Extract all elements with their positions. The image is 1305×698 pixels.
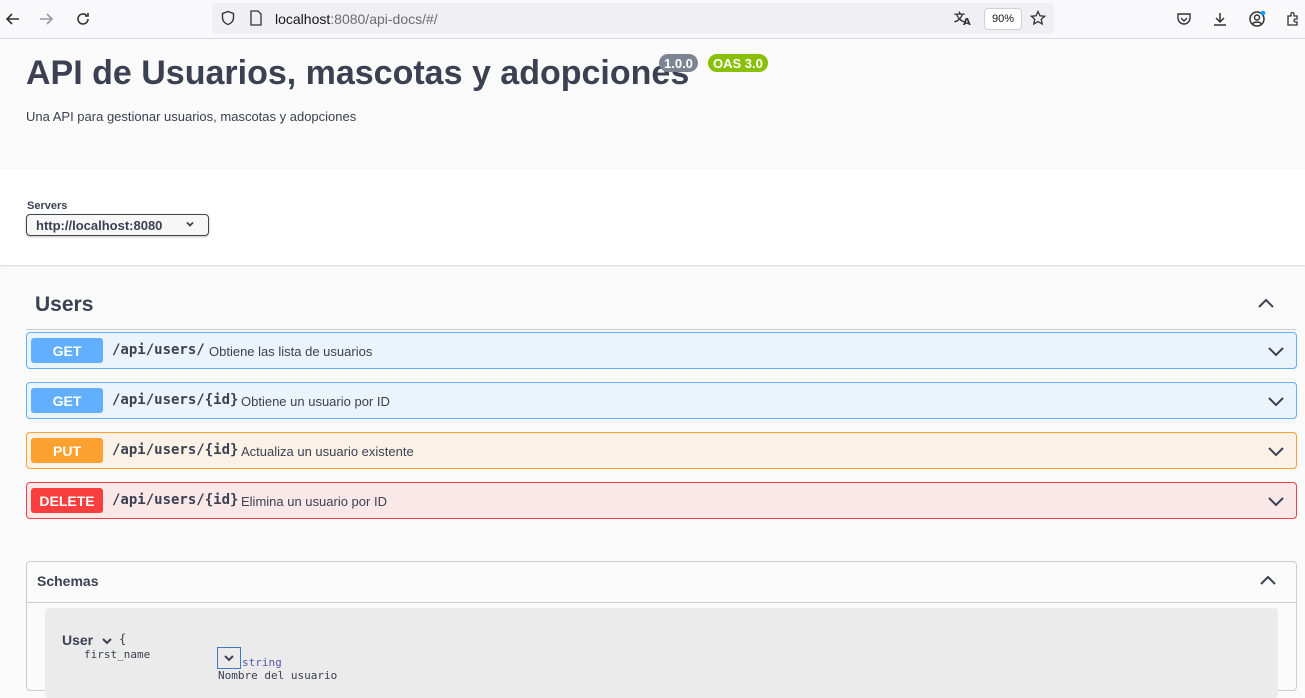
url-host: localhost: [275, 11, 331, 27]
model-name[interactable]: User: [62, 632, 93, 648]
page-title: API de Usuarios, mascotas y adopciones: [26, 54, 690, 92]
api-description: Una API para gestionar usuarios, mascota…: [26, 109, 357, 124]
translate-icon[interactable]: 文A: [951, 6, 975, 30]
property-type: string: [242, 656, 282, 669]
back-icon[interactable]: [1, 7, 25, 31]
extensions-icon[interactable]: [1281, 7, 1305, 31]
operation-get-users[interactable]: GET /api/users/ Obtiene las lista de usu…: [26, 332, 1297, 369]
operation-path: /api/users/{id}: [112, 442, 239, 458]
servers-select[interactable]: http://localhost:8080: [26, 214, 209, 236]
servers-selected-value: http://localhost:8080: [36, 217, 163, 233]
download-icon[interactable]: [1208, 7, 1232, 31]
tag-users-header[interactable]: Users: [26, 282, 1296, 330]
operation-summary: Obtiene las lista de usuarios: [209, 344, 373, 359]
oas-badge: OAS 3.0: [708, 54, 768, 72]
schemas-section: Schemas User { first_name string Nombre …: [26, 561, 1297, 698]
chevron-up-icon[interactable]: [1256, 294, 1276, 319]
url-text[interactable]: localhost:8080/api-docs/#/: [275, 11, 438, 27]
schemas-header[interactable]: Schemas: [27, 562, 1296, 603]
method-badge: PUT: [31, 438, 103, 463]
property-toggle-button[interactable]: [217, 647, 241, 669]
chevron-down-icon[interactable]: [1266, 491, 1286, 516]
shield-icon[interactable]: [216, 6, 240, 30]
chevron-up-icon[interactable]: [1258, 571, 1278, 596]
model-brace: {: [119, 632, 127, 646]
operation-summary: Actualiza un usuario existente: [241, 444, 414, 459]
method-badge: DELETE: [31, 488, 103, 513]
model-user: User { first_name string Nombre del usua…: [45, 608, 1278, 698]
method-badge: GET: [31, 338, 103, 363]
star-icon[interactable]: [1026, 6, 1050, 30]
browser-toolbar: localhost:8080/api-docs/#/ 文A 90%: [0, 0, 1305, 39]
schemas-title: Schemas: [37, 573, 99, 589]
forward-icon[interactable]: [34, 7, 58, 31]
api-info: API de Usuarios, mascotas y adopciones 1…: [0, 39, 1305, 169]
chevron-down-icon[interactable]: [1266, 391, 1286, 416]
url-path: :8080/api-docs/#/: [330, 11, 438, 27]
zoom-level[interactable]: 90%: [984, 8, 1022, 30]
operation-put-user[interactable]: PUT /api/users/{id} Actualiza un usuario…: [26, 432, 1297, 469]
operation-get-user-by-id[interactable]: GET /api/users/{id} Obtiene un usuario p…: [26, 382, 1297, 419]
chevron-down-icon[interactable]: [1266, 341, 1286, 366]
svg-text:A: A: [963, 17, 971, 26]
property-name: first_name: [84, 648, 151, 661]
operation-path: /api/users/{id}: [112, 492, 239, 508]
operation-summary: Obtiene un usuario por ID: [241, 394, 390, 409]
servers-section: Servers http://localhost:8080: [0, 169, 1305, 265]
tag-title: Users: [35, 293, 94, 316]
chevron-down-icon[interactable]: [1266, 441, 1286, 466]
operation-summary: Elimina un usuario por ID: [241, 494, 387, 509]
account-icon[interactable]: [1245, 7, 1269, 31]
reload-icon[interactable]: [71, 7, 95, 31]
property-description: Nombre del usuario: [218, 669, 338, 682]
operation-delete-user[interactable]: DELETE /api/users/{id} Elimina un usuari…: [26, 482, 1297, 519]
operation-path: /api/users/: [112, 342, 205, 358]
chevron-down-icon: [184, 218, 196, 233]
version-badge: 1.0.0: [659, 54, 698, 72]
url-bar[interactable]: localhost:8080/api-docs/#/ 文A 90%: [212, 3, 1054, 34]
page-icon[interactable]: [244, 6, 268, 30]
pocket-icon[interactable]: [1172, 7, 1196, 31]
operation-path: /api/users/{id}: [112, 392, 239, 408]
method-badge: GET: [31, 388, 103, 413]
servers-label: Servers: [27, 200, 68, 212]
